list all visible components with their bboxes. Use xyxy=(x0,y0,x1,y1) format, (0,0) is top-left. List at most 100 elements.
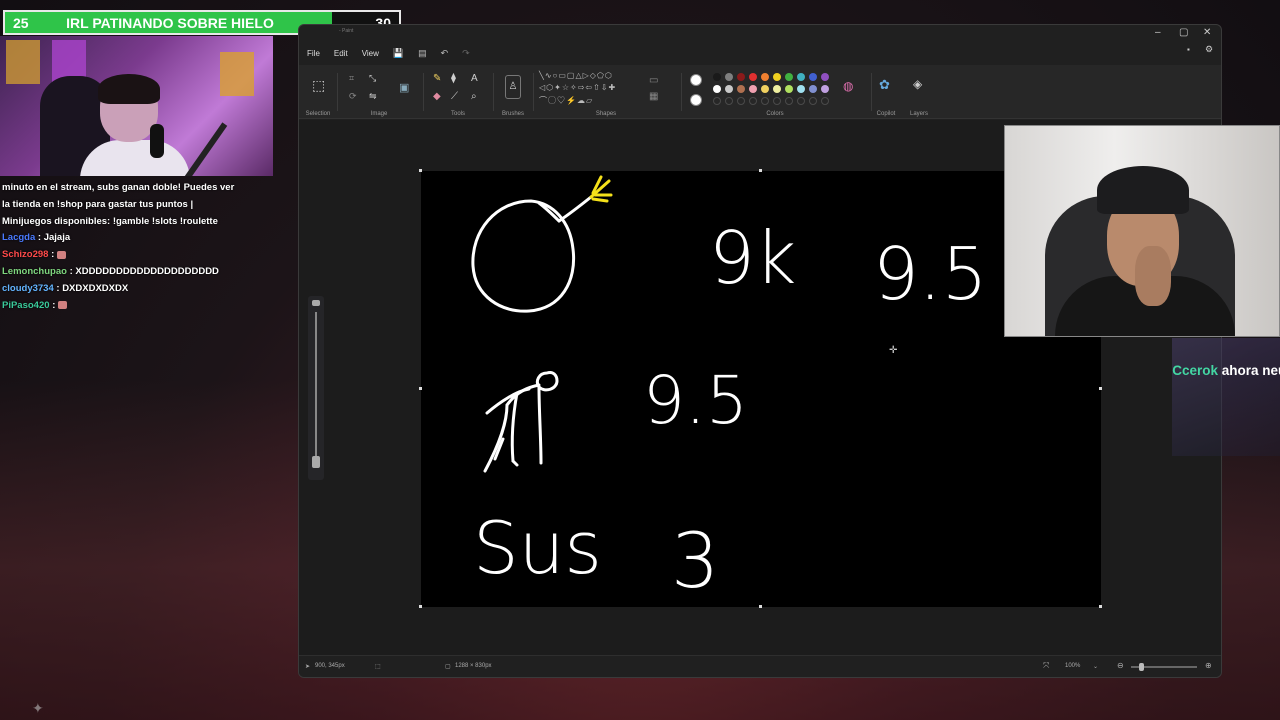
custom-color-slot[interactable] xyxy=(797,97,805,105)
edit-colors-icon[interactable]: ◍ xyxy=(843,79,853,93)
custom-color-slot[interactable] xyxy=(821,97,829,105)
crop-icon[interactable]: ⌗ xyxy=(349,73,354,84)
resize-handle[interactable] xyxy=(759,169,762,172)
resize-handle[interactable] xyxy=(419,387,422,390)
resize-handle[interactable] xyxy=(419,169,422,172)
chevron-down-icon[interactable]: ⌄ xyxy=(1093,663,1098,670)
flip-icon[interactable]: ⇋ xyxy=(369,91,377,102)
palette-color-swatch[interactable] xyxy=(809,73,817,81)
fill-icon[interactable]: ▦ xyxy=(649,91,658,102)
menu-edit[interactable]: Edit xyxy=(334,49,348,58)
palette-color-swatch[interactable] xyxy=(761,73,769,81)
zoom-in-icon[interactable]: ⊕ xyxy=(1205,661,1212,670)
color-picker-icon[interactable]: ⟋ xyxy=(451,91,458,102)
palette-color-swatch[interactable] xyxy=(761,85,769,93)
selection-icon[interactable]: ⬚ xyxy=(312,77,325,94)
palette-color-swatch[interactable] xyxy=(773,73,781,81)
outline-icon[interactable]: ▭ xyxy=(649,75,658,86)
minimize-icon[interactable]: – xyxy=(1155,27,1161,38)
ribbon-label-tools: Tools xyxy=(450,111,465,117)
resize-icon[interactable]: ⤡ xyxy=(369,73,376,84)
custom-color-slot[interactable] xyxy=(725,97,733,105)
resize-handle[interactable] xyxy=(1099,605,1102,608)
custom-color-slot[interactable] xyxy=(785,97,793,105)
undo-icon[interactable]: ↶ xyxy=(441,48,449,59)
palette-color-swatch[interactable] xyxy=(809,85,817,93)
brush-size-slider[interactable] xyxy=(308,296,324,480)
palette-color-swatch[interactable] xyxy=(785,85,793,93)
text-tool-icon[interactable]: A xyxy=(471,73,478,84)
maximize-icon[interactable]: ▢ xyxy=(1179,27,1188,38)
palette-color-swatch[interactable] xyxy=(749,73,757,81)
slider-handle[interactable] xyxy=(312,456,320,468)
custom-color-slot[interactable] xyxy=(773,97,781,105)
palette-color-swatch[interactable] xyxy=(821,73,829,81)
shapes-row-2-icon[interactable]: ◁⬡✦☆✧⇨⇦⇧⇩✚ xyxy=(539,83,616,92)
shapes-row-1-icon[interactable]: ╲∿○▭▢△▷◇⬠⬡ xyxy=(539,71,613,80)
fill-bucket-icon[interactable]: ⧫ xyxy=(451,73,456,84)
settings-gear-icon[interactable]: ⚙ xyxy=(1205,44,1213,55)
custom-color-slot[interactable] xyxy=(737,97,745,105)
close-icon[interactable]: ✕ xyxy=(1203,27,1211,38)
ribbon-label-colors: Colors xyxy=(766,111,784,117)
palette-color-swatch[interactable] xyxy=(785,73,793,81)
zoom-level-select[interactable]: 100% xyxy=(1065,663,1080,669)
primary-color-swatch[interactable] xyxy=(690,74,702,86)
chat-username[interactable]: Lemonchupao xyxy=(2,266,67,277)
resize-handle[interactable] xyxy=(1099,387,1102,390)
menu-file[interactable]: File xyxy=(307,49,320,58)
guest-webcam xyxy=(1004,125,1280,337)
chat-username[interactable]: PiPaso420 xyxy=(2,300,50,311)
palette-color-swatch[interactable] xyxy=(737,85,745,93)
chat-username[interactable]: Schizo298 xyxy=(2,249,48,260)
custom-color-slot[interactable] xyxy=(713,97,721,105)
stream-alert: Ccerok ahora neutral! xyxy=(1172,338,1280,456)
ribbon-divider xyxy=(337,73,338,111)
palette-color-swatch[interactable] xyxy=(773,85,781,93)
drawn-text-sus: Sus xyxy=(473,506,602,590)
palette-color-swatch[interactable] xyxy=(713,85,721,93)
custom-color-slot[interactable] xyxy=(749,97,757,105)
zoom-out-icon[interactable]: ⊖ xyxy=(1117,661,1124,670)
brush-icon[interactable]: ♙ xyxy=(505,75,521,99)
rotate-icon[interactable]: ⟳ xyxy=(349,91,357,102)
menu-view[interactable]: View xyxy=(362,49,379,58)
resize-handle[interactable] xyxy=(759,605,762,608)
save-icon[interactable]: 💾 xyxy=(393,48,404,59)
chat-username[interactable]: Lacgda xyxy=(2,232,35,243)
drawn-text-3: 3 xyxy=(671,516,719,605)
pencil-icon[interactable]: ✎ xyxy=(433,73,441,84)
canvas-size-icon: ▢ xyxy=(445,664,451,670)
zoom-slider-handle[interactable] xyxy=(1139,663,1144,671)
slider-cap xyxy=(312,300,320,306)
chat-message: cloudy3734 : DXDXDXDXDX xyxy=(2,281,272,298)
drawing-canvas[interactable]: 9k 9.5 9.5 Sus 3 ✛ xyxy=(419,169,1102,608)
secondary-color-swatch[interactable] xyxy=(690,94,702,106)
palette-color-swatch[interactable] xyxy=(725,85,733,93)
layers-icon[interactable]: ◈ xyxy=(913,77,922,91)
account-icon[interactable]: ▪ xyxy=(1187,45,1190,54)
guest-hand xyxy=(1135,246,1171,306)
palette-color-swatch[interactable] xyxy=(821,85,829,93)
fit-to-window-icon[interactable]: ⤧ xyxy=(1043,661,1049,671)
resize-handle[interactable] xyxy=(419,605,422,608)
open-file-icon[interactable]: ▤ xyxy=(418,48,427,59)
chat-message: Schizo298 : xyxy=(2,247,272,264)
palette-color-swatch[interactable] xyxy=(797,73,805,81)
magnifier-icon[interactable]: ⌕ xyxy=(471,91,477,102)
redo-icon[interactable]: ↷ xyxy=(462,48,470,59)
alert-text: Ccerok ahora neutral! xyxy=(1172,362,1280,380)
copilot-icon[interactable]: ✿ xyxy=(879,77,890,93)
palette-color-swatch[interactable] xyxy=(749,85,757,93)
custom-color-slot[interactable] xyxy=(809,97,817,105)
palette-color-swatch[interactable] xyxy=(725,73,733,81)
background-remove-icon[interactable]: ▣ xyxy=(399,81,409,94)
eraser-icon[interactable]: ◆ xyxy=(433,91,441,102)
shapes-row-3-icon[interactable]: ⌒◯♡⚡☁▱ xyxy=(539,95,593,106)
palette-color-swatch[interactable] xyxy=(713,73,721,81)
custom-color-slot[interactable] xyxy=(761,97,769,105)
ribbon-group-copilot: ✿ Copilot xyxy=(873,69,899,117)
palette-color-swatch[interactable] xyxy=(737,73,745,81)
chat-username[interactable]: cloudy3734 xyxy=(2,283,54,294)
palette-color-swatch[interactable] xyxy=(797,85,805,93)
